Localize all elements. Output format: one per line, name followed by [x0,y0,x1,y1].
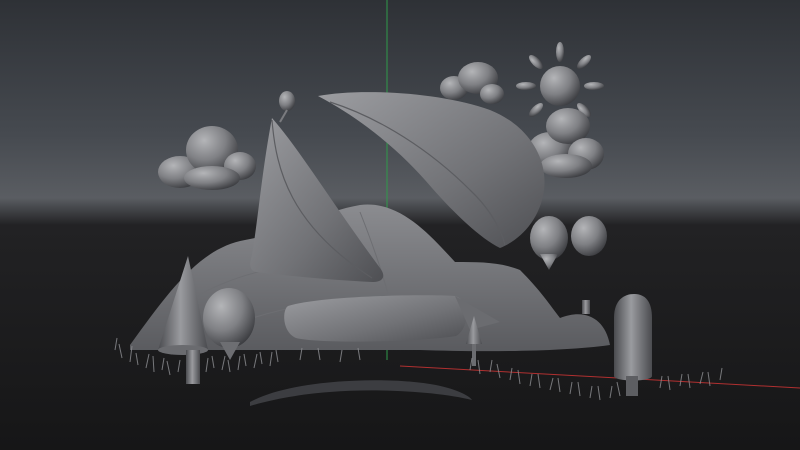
cloud-left [158,126,256,190]
3d-viewport[interactable] [0,0,800,450]
scene-render [114,0,800,406]
curved-stick [250,380,472,406]
pill-tree [614,294,652,396]
stub-post [582,300,590,314]
x-axis-line [399,365,800,389]
balloon-hanging [530,216,607,270]
